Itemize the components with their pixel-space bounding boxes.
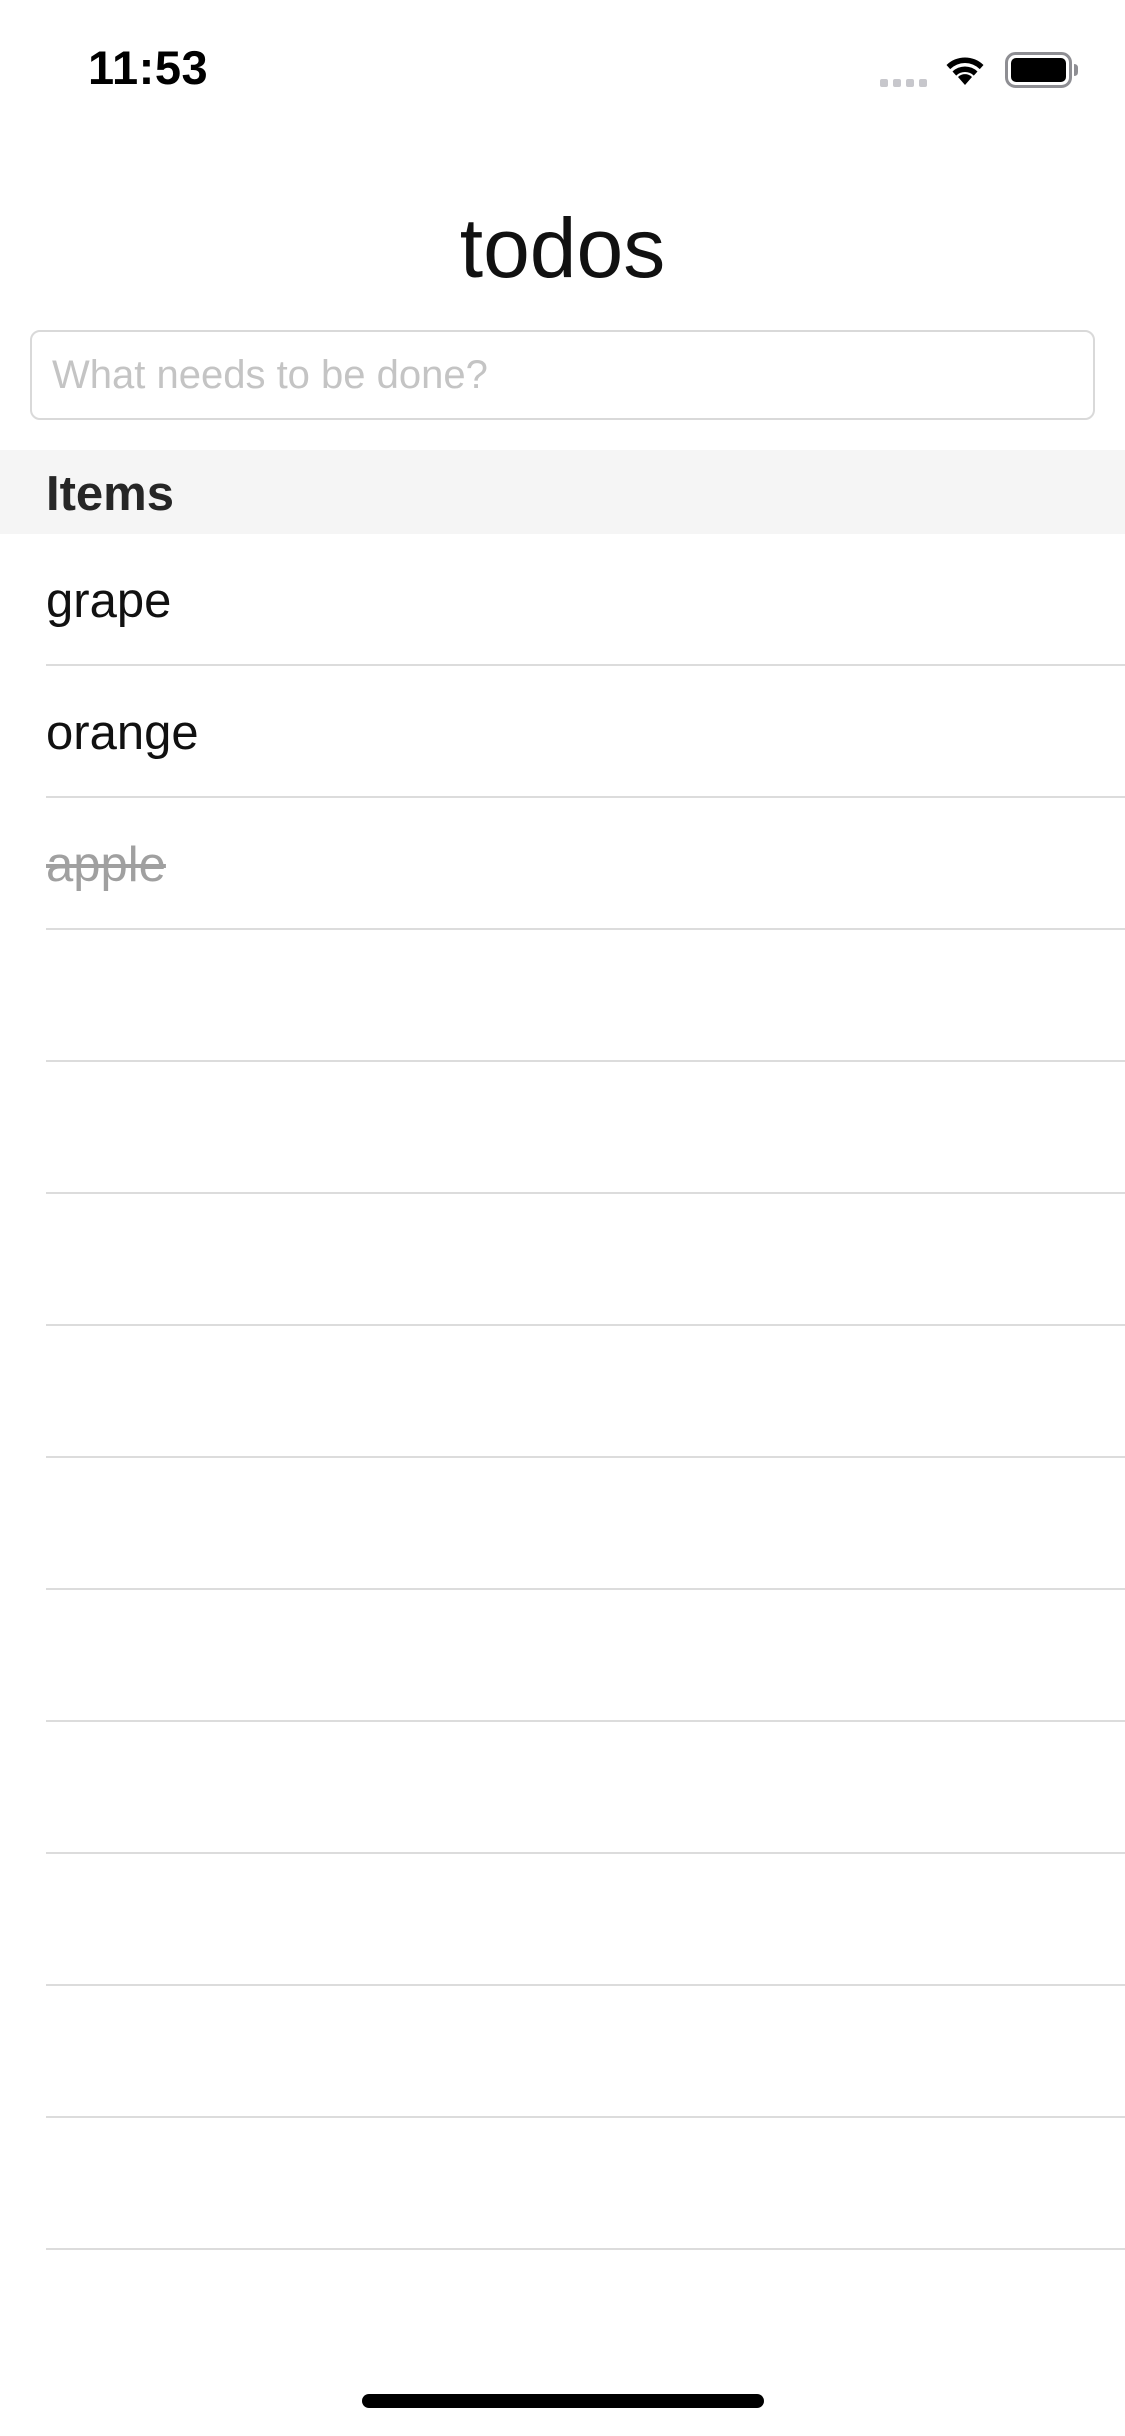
empty-row <box>0 930 1125 1062</box>
todo-item[interactable]: grape <box>0 534 1125 666</box>
empty-row <box>0 1062 1125 1194</box>
empty-row <box>0 1458 1125 1590</box>
row-divider <box>46 2248 1125 2250</box>
todo-item-label: grape <box>46 574 172 628</box>
empty-row <box>0 1590 1125 1722</box>
todo-list: grape orange apple <box>0 534 1125 2250</box>
empty-row <box>0 1326 1125 1458</box>
empty-row <box>0 1722 1125 1854</box>
empty-row <box>0 2118 1125 2250</box>
section-header: Items <box>0 450 1125 534</box>
todo-item-label-completed: apple <box>46 838 166 892</box>
cellular-signal-icon <box>880 51 927 89</box>
todo-item-label: orange <box>46 706 199 760</box>
status-time: 11:53 <box>88 41 209 94</box>
wifi-icon <box>946 57 984 85</box>
status-bar: 11:53 <box>0 0 1125 132</box>
section-header-title: Items <box>46 467 175 521</box>
status-icons <box>880 50 1079 90</box>
battery-icon <box>1005 52 1078 88</box>
empty-row <box>0 1194 1125 1326</box>
todo-item-completed[interactable]: apple <box>0 798 1125 930</box>
empty-row <box>0 1986 1125 2118</box>
app-title: todos <box>459 201 666 295</box>
todo-item[interactable]: orange <box>0 666 1125 798</box>
empty-row <box>0 1854 1125 1986</box>
home-indicator[interactable] <box>362 2394 764 2408</box>
new-todo-input[interactable] <box>30 330 1095 420</box>
todo-app-screen: 11:53 todos Items grape or <box>0 0 1125 2436</box>
